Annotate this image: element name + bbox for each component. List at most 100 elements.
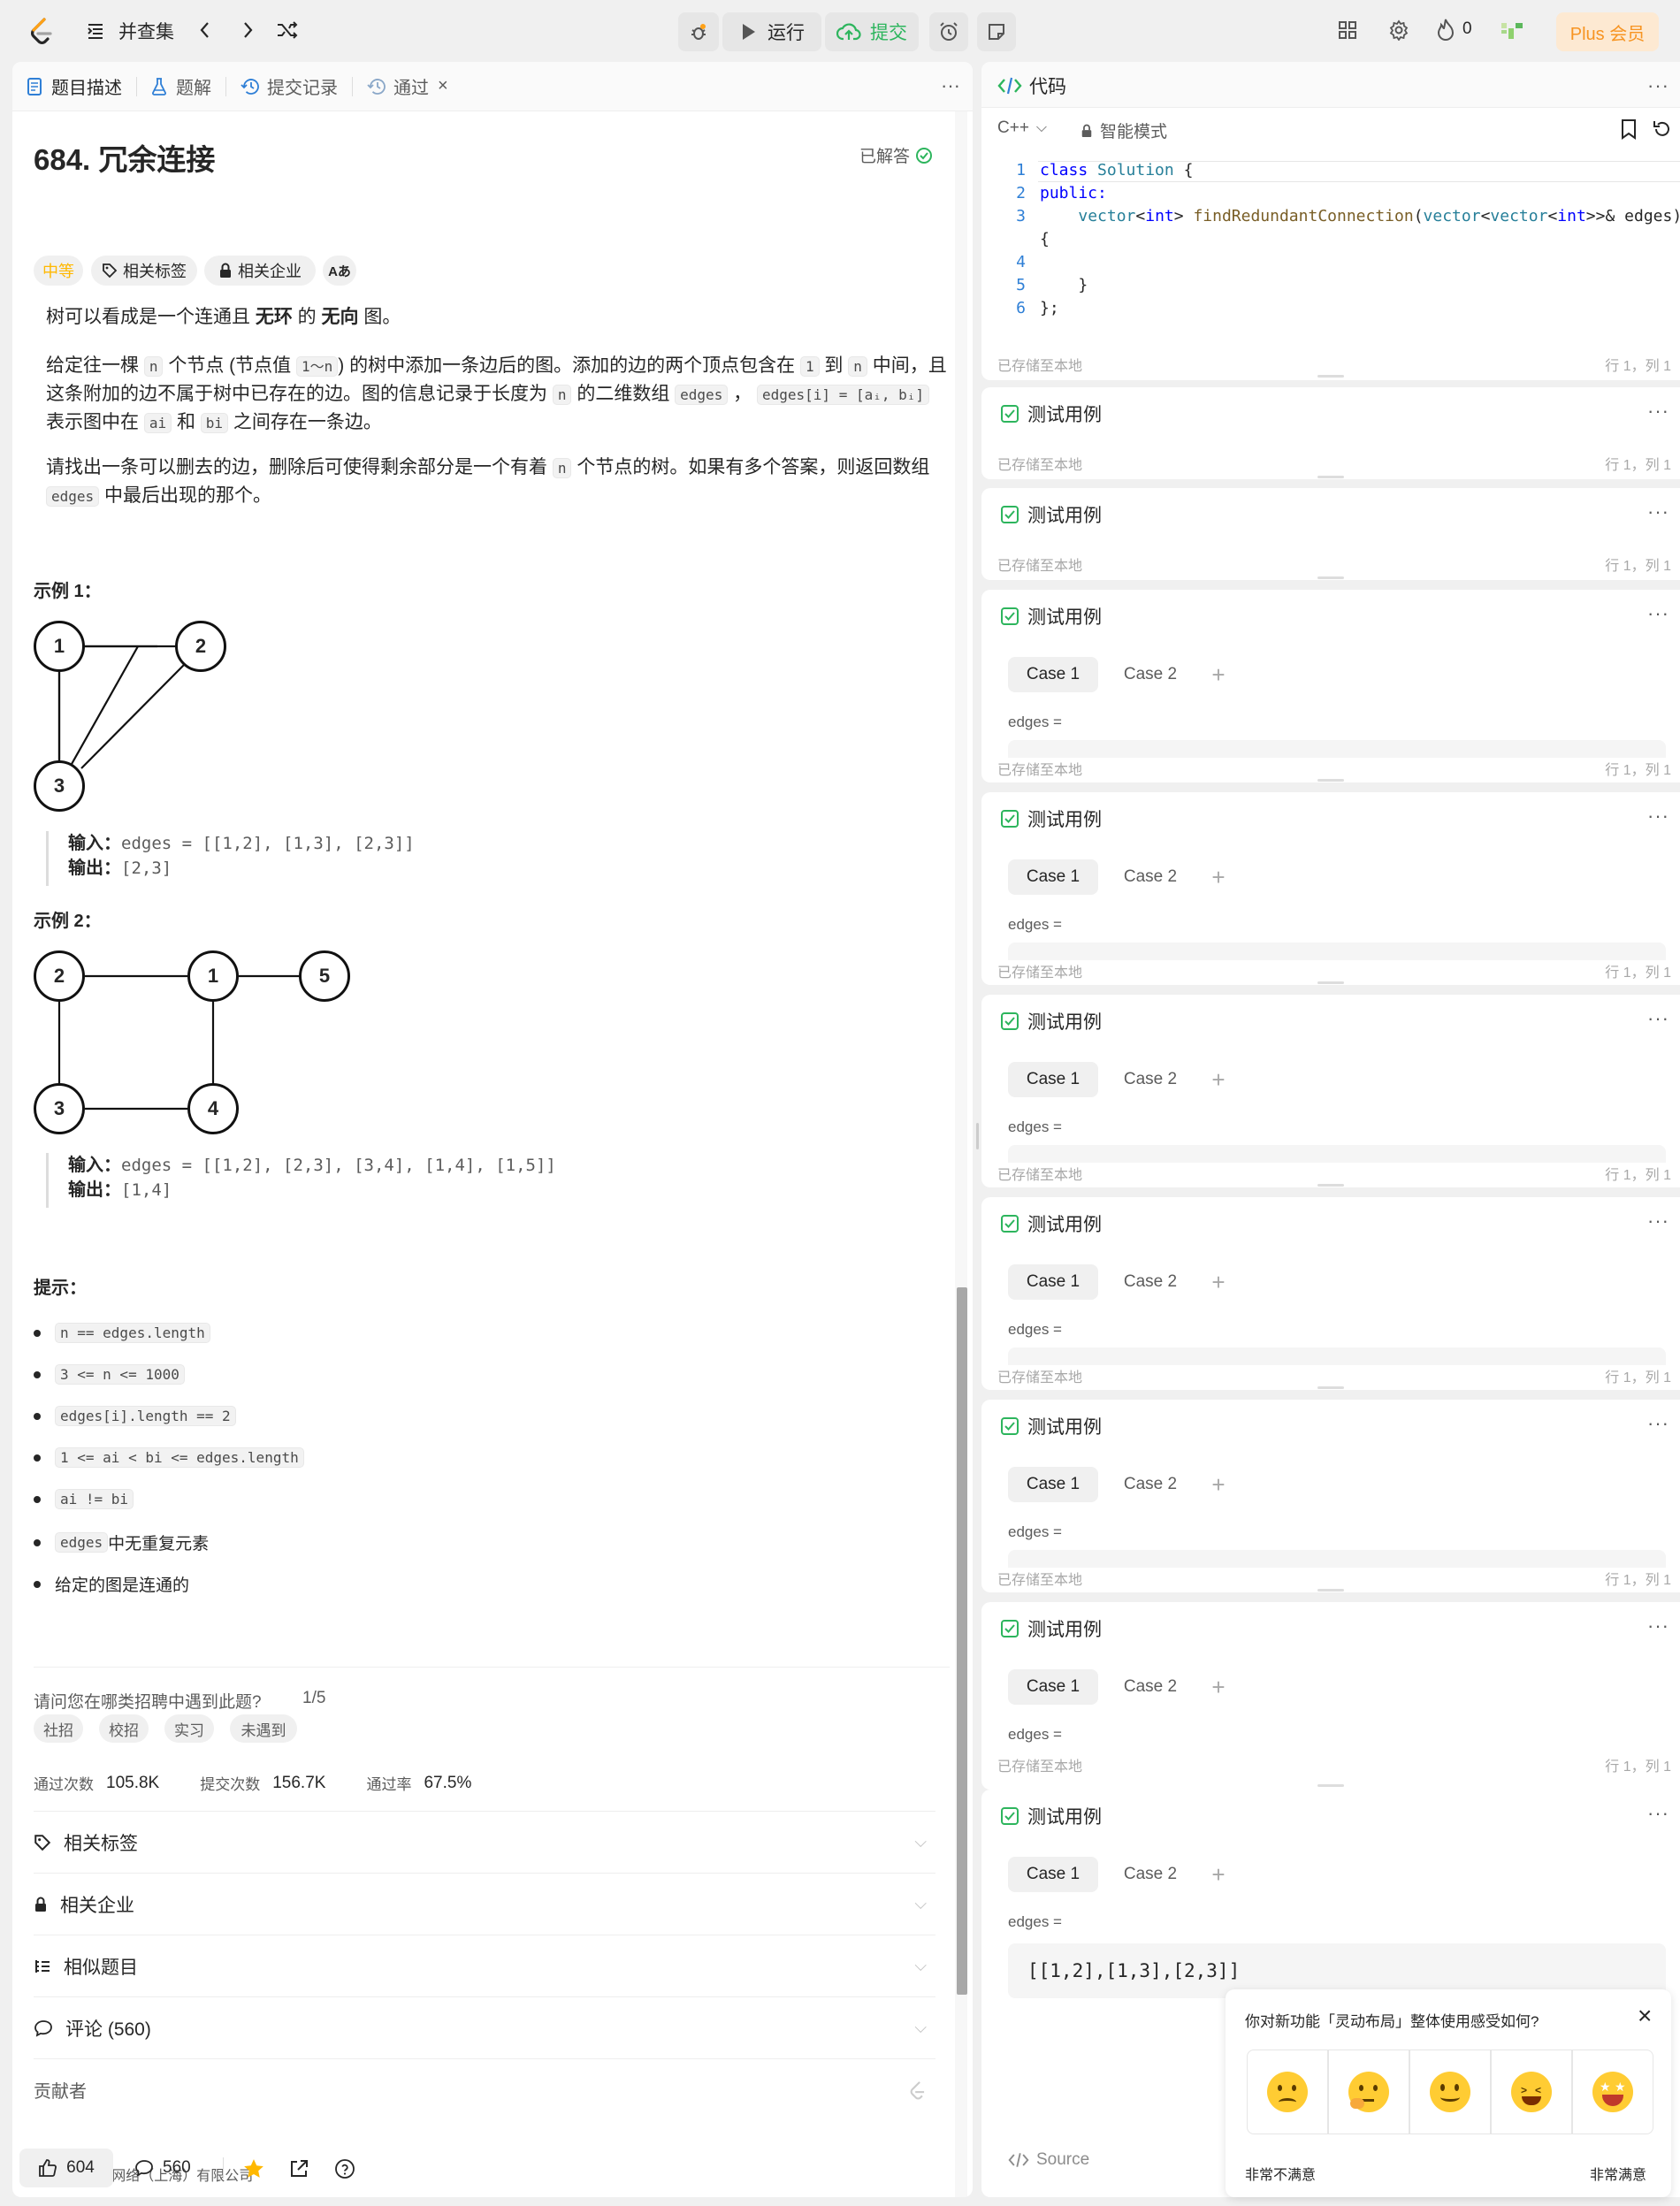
testcase-title[interactable]: 测试用例	[1001, 1803, 1102, 1829]
code-editor[interactable]: 1 class Solution { 2 public: 3 vector<int>…	[981, 159, 1680, 336]
survey-option[interactable]: 未遇到	[230, 1714, 297, 1743]
more-options-icon[interactable]: ···	[941, 74, 960, 97]
accordion-topics[interactable]: 相关标签 ⌵	[34, 1811, 935, 1873]
add-case-button[interactable]: +	[1201, 1264, 1236, 1300]
streak-counter[interactable]: 0	[1436, 18, 1472, 41]
topics-tag-button[interactable]: 相关标签	[91, 256, 197, 286]
debug-button[interactable]	[678, 12, 719, 51]
leetcode-logo-icon[interactable]	[27, 16, 57, 46]
problem-list-button[interactable]: 并查集	[85, 18, 174, 44]
add-case-button[interactable]: +	[1201, 1857, 1236, 1892]
resize-handle[interactable]	[1317, 476, 1344, 478]
case-2-tab[interactable]: Case 2	[1105, 859, 1195, 895]
case-1-tab[interactable]: Case 1	[1008, 1264, 1098, 1300]
case-2-tab[interactable]: Case 2	[1105, 1467, 1195, 1502]
notes-button[interactable]	[977, 12, 1016, 51]
close-tab-icon[interactable]: ×	[438, 76, 448, 96]
add-case-button[interactable]: +	[1201, 859, 1236, 895]
more-options-icon[interactable]: ···	[1647, 1802, 1669, 1825]
case-1-tab[interactable]: Case 1	[1008, 859, 1098, 895]
resize-handle[interactable]	[1317, 981, 1344, 984]
language-select[interactable]: C++ ⌵	[997, 118, 1047, 138]
resize-handle[interactable]	[1317, 1386, 1344, 1389]
bookmark-button[interactable]	[1620, 118, 1638, 144]
accordion-companies[interactable]: 相关企业 ⌵	[34, 1873, 935, 1935]
testcase-title[interactable]: 测试用例	[1001, 1615, 1102, 1642]
testcase-title[interactable]: 测试用例	[1001, 603, 1102, 630]
help-button[interactable]	[334, 2158, 355, 2184]
plus-membership-button[interactable]: Plus 会员	[1556, 12, 1659, 51]
case-1-tab[interactable]: Case 1	[1008, 1062, 1098, 1097]
resize-handle[interactable]	[1317, 1784, 1344, 1787]
run-button[interactable]: 运行	[722, 12, 821, 51]
more-options-icon[interactable]: ···	[1647, 1614, 1669, 1637]
testcase-title[interactable]: 测试用例	[1001, 401, 1102, 427]
reset-code-button[interactable]	[1652, 118, 1673, 144]
case-1-tab[interactable]: Case 1	[1008, 1669, 1098, 1705]
rating-satisfied[interactable]: > <	[1491, 2050, 1572, 2134]
survey-option[interactable]: 校招	[99, 1714, 149, 1743]
survey-option[interactable]: 社招	[34, 1714, 83, 1743]
more-options-icon[interactable]: ···	[1647, 805, 1669, 828]
more-options-icon[interactable]: ···	[1647, 74, 1669, 97]
accordion-contributors[interactable]: 贡献者	[34, 2058, 935, 2120]
case-1-tab[interactable]: Case 1	[1008, 1857, 1098, 1892]
survey-option[interactable]: 实习	[164, 1714, 214, 1743]
translate-button[interactable]: Aあ	[323, 256, 356, 286]
more-options-icon[interactable]: ···	[1647, 1210, 1669, 1233]
tab-submissions[interactable]: 提交记录	[226, 62, 352, 111]
like-button[interactable]: 604	[19, 2149, 113, 2187]
settings-button[interactable]	[1388, 19, 1409, 45]
close-popup-button[interactable]: ×	[1638, 2004, 1652, 2028]
resize-handle[interactable]	[1317, 576, 1344, 579]
splitter-handle[interactable]	[976, 1123, 979, 1149]
case-1-tab[interactable]: Case 1	[1008, 657, 1098, 692]
rating-very-satisfied[interactable]: ★ ★	[1572, 2050, 1653, 2134]
accordion-similar[interactable]: 相似题目 ⌵	[34, 1935, 935, 1996]
testcase-title[interactable]: 测试用例	[1001, 1210, 1102, 1237]
case-2-tab[interactable]: Case 2	[1105, 1669, 1195, 1705]
daily-checkin-button[interactable]	[1500, 21, 1524, 45]
case-2-tab[interactable]: Case 2	[1105, 1062, 1195, 1097]
tab-description[interactable]: 题目描述	[12, 62, 136, 111]
rating-dissatisfied[interactable]	[1328, 2050, 1409, 2134]
more-options-icon[interactable]: ···	[1647, 602, 1669, 625]
source-button[interactable]: Source	[1008, 2150, 1089, 2170]
testcase-title[interactable]: 测试用例	[1001, 1008, 1102, 1034]
random-problem-button[interactable]	[276, 19, 299, 45]
add-case-button[interactable]: +	[1201, 1062, 1236, 1097]
more-options-icon[interactable]: ···	[1647, 1412, 1669, 1435]
scrollbar[interactable]	[955, 111, 967, 2197]
next-problem-button[interactable]	[239, 19, 256, 45]
panel-splitter[interactable]	[975, 62, 981, 2197]
testcase-title[interactable]: 测试用例	[1001, 1413, 1102, 1439]
more-options-icon[interactable]: ···	[1647, 400, 1669, 423]
testcase-title[interactable]: 测试用例	[1001, 805, 1102, 832]
case-2-tab[interactable]: Case 2	[1105, 1264, 1195, 1300]
case-1-tab[interactable]: Case 1	[1008, 1467, 1098, 1502]
rating-very-dissatisfied[interactable]	[1247, 2050, 1328, 2134]
resize-handle[interactable]	[1317, 1184, 1344, 1187]
more-options-icon[interactable]: ···	[1647, 1007, 1669, 1030]
accordion-discussion[interactable]: 评论 (560) ⌵	[34, 1996, 935, 2058]
resize-handle[interactable]	[1317, 779, 1344, 782]
case-2-tab[interactable]: Case 2	[1105, 657, 1195, 692]
favorite-button[interactable]	[242, 2157, 265, 2185]
companies-tag-button[interactable]: 相关企业	[204, 256, 316, 286]
smart-mode-toggle[interactable]: 智能模式	[1081, 118, 1167, 142]
case-2-tab[interactable]: Case 2	[1105, 1857, 1195, 1892]
layout-button[interactable]	[1337, 19, 1358, 45]
tab-accepted[interactable]: 通过 ×	[353, 62, 462, 111]
add-case-button[interactable]: +	[1201, 1467, 1236, 1502]
testcase-title[interactable]: 测试用例	[1001, 501, 1102, 528]
rating-neutral[interactable]	[1409, 2050, 1491, 2134]
submit-button[interactable]: 提交	[825, 12, 919, 51]
scrollbar-thumb[interactable]	[957, 1287, 967, 1995]
prev-problem-button[interactable]	[196, 19, 214, 45]
add-case-button[interactable]: +	[1201, 1669, 1236, 1705]
resize-handle[interactable]	[1317, 1589, 1344, 1592]
add-case-button[interactable]: +	[1201, 657, 1236, 692]
more-options-icon[interactable]: ···	[1647, 500, 1669, 523]
resize-handle[interactable]	[1317, 375, 1344, 378]
tab-solutions[interactable]: 题解	[137, 62, 225, 111]
